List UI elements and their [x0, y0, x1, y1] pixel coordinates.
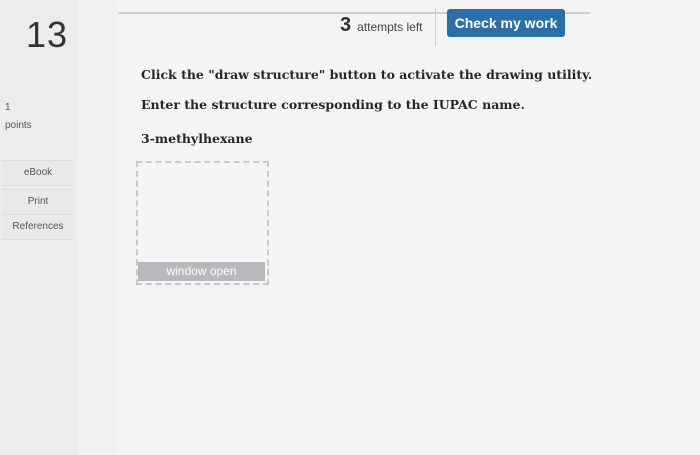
attempts-indicator: 3 attempts left — [340, 14, 423, 36]
window-open-button[interactable]: window open — [138, 262, 265, 281]
compound-name: 3-methylhexane — [141, 131, 253, 146]
attempts-label: attempts left — [357, 20, 423, 34]
check-my-work-button[interactable]: Check my work — [447, 9, 565, 37]
header-divider — [435, 8, 436, 46]
question-number: 13 — [26, 14, 69, 55]
points-label: points — [5, 120, 32, 131]
instruction-draw: Click the "draw structure" button to act… — [141, 67, 593, 82]
attempts-count: 3 — [340, 14, 352, 36]
ebook-button[interactable]: eBook — [2, 160, 74, 186]
instruction-enter: Enter the structure corresponding to the… — [141, 97, 525, 112]
points-value: 1 — [5, 102, 11, 113]
sidebar: 13 1 points eBook Print References — [0, 0, 78, 455]
print-button[interactable]: Print — [2, 189, 74, 215]
references-button[interactable]: References — [2, 214, 74, 240]
